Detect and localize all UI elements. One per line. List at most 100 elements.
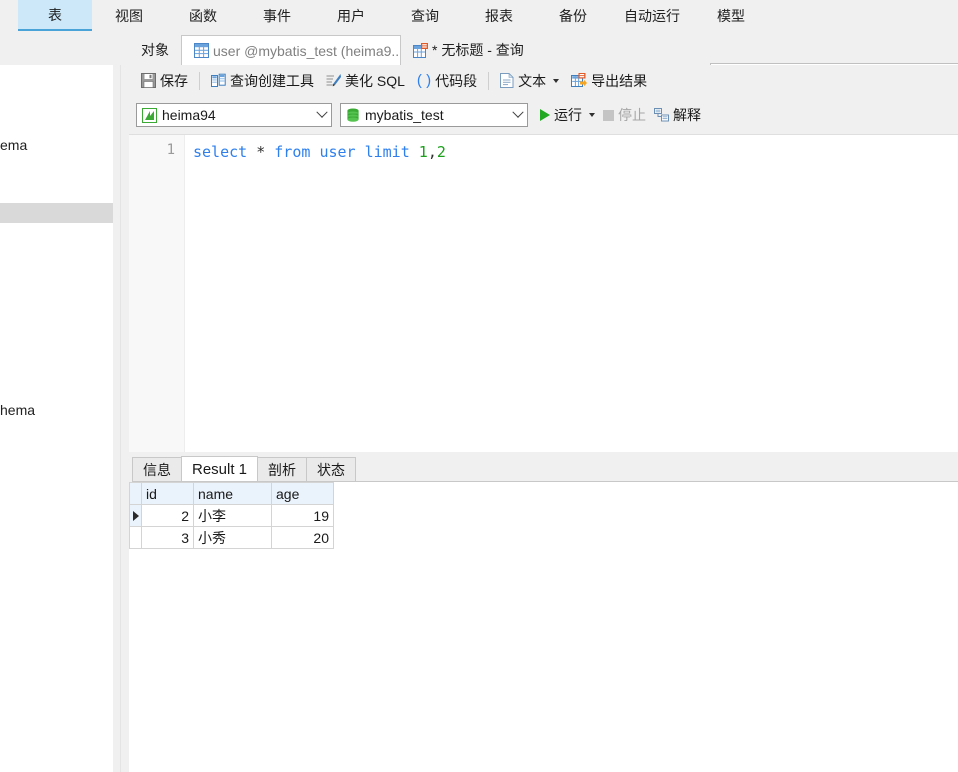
run-chevron-down-icon[interactable] [589, 113, 595, 117]
object-tab-9[interactable]: 模型 [694, 0, 768, 31]
query-builder-button[interactable]: 查询创建工具 [205, 69, 320, 93]
row-marker[interactable] [129, 504, 142, 527]
explain-button[interactable]: 解释 [650, 103, 705, 127]
column-header-name[interactable]: name [193, 482, 272, 505]
object-tab-6[interactable]: 报表 [462, 0, 536, 31]
sql-token-10: 1 [418, 143, 428, 161]
object-tree-sidebar[interactable]: ema hema [0, 65, 113, 772]
object-tab-5[interactable]: 查询 [388, 0, 462, 31]
tab-untitled-query-label: * 无标题 - 查询 [432, 42, 524, 58]
grid-corner-cell[interactable] [129, 482, 142, 505]
result-tab-label: 剖析 [268, 462, 297, 478]
object-tab-label: 用户 [337, 7, 365, 24]
explain-button-label: 解释 [673, 107, 701, 123]
object-tab-2[interactable]: 函数 [166, 0, 240, 31]
sidebar-splitter[interactable] [113, 65, 129, 772]
result-tab-3[interactable]: 状态 [306, 457, 357, 482]
connection-select[interactable]: heima94 [136, 103, 332, 127]
document-text-icon [500, 73, 514, 88]
database-select[interactable]: mybatis_test [340, 103, 528, 127]
result-tab-0[interactable]: 信息 [132, 457, 182, 482]
object-tab-label: 函数 [189, 7, 217, 24]
object-tab-label: 备份 [559, 7, 587, 24]
tab-user-table[interactable]: user @mybatis_test (heima9... [181, 35, 401, 65]
object-tab-0[interactable]: 表 [18, 0, 92, 31]
current-row-triangle-icon [133, 511, 139, 521]
tab-untitled-query[interactable]: * 无标题 - 查询 [401, 35, 536, 65]
query-builder-label: 查询创建工具 [230, 72, 314, 89]
toolbar-separator-1 [199, 71, 200, 90]
sql-code-text[interactable]: select * from user limit 1,2 [193, 142, 446, 162]
export-result-button[interactable]: 导出结果 [565, 69, 653, 93]
tree-item-schema-1-label: ema [0, 137, 28, 153]
result-tab-2[interactable]: 剖析 [257, 457, 308, 482]
cell-name[interactable]: 小秀 [193, 526, 272, 549]
object-tab-1[interactable]: 视图 [92, 0, 166, 31]
result-grid[interactable]: id name age 2 小李 19 3 小秀 20 [129, 482, 958, 772]
result-table[interactable]: id name age 2 小李 19 3 小秀 20 [129, 482, 334, 549]
beautify-pen-icon [326, 73, 341, 88]
document-tab-list: 对象 user @mybatis_test (heima9... * 无标题 -… [129, 31, 536, 65]
snippet-button[interactable]: ( ) 代码段 [411, 69, 483, 93]
sql-token-12: 2 [436, 143, 446, 161]
tab-objects-label: 对象 [141, 42, 169, 58]
table-row[interactable]: 3 小秀 20 [129, 526, 334, 549]
text-mode-button[interactable]: 文本 [494, 69, 565, 93]
table-row[interactable]: 2 小李 19 [129, 504, 334, 527]
cell-id[interactable]: 3 [141, 526, 194, 549]
object-tab-label: 查询 [411, 7, 439, 24]
stop-button: 停止 [599, 103, 650, 127]
tab-objects[interactable]: 对象 [129, 35, 181, 65]
sql-token-3 [265, 143, 274, 161]
save-button[interactable]: 保存 [135, 69, 194, 93]
beautify-sql-button[interactable]: 美化 SQL [320, 69, 411, 93]
result-tab-list: 信息 Result 1 剖析 状态 [132, 456, 357, 482]
play-icon [540, 109, 550, 121]
cell-id[interactable]: 2 [141, 504, 194, 527]
object-tab-label: 事件 [263, 7, 291, 24]
beautify-sql-label: 美化 SQL [345, 72, 405, 89]
object-tab-label: 自动运行 [624, 7, 680, 24]
object-tab-8[interactable]: 自动运行 [610, 0, 694, 31]
stop-square-icon [603, 109, 614, 121]
object-tab-label: 报表 [485, 7, 513, 24]
connection-select-value: heima94 [162, 107, 216, 123]
text-mode-label: 文本 [518, 72, 547, 89]
run-button-label: 运行 [554, 107, 582, 123]
parentheses-icon: ( ) [416, 72, 432, 89]
object-tab-label: 模型 [717, 7, 745, 24]
stop-button-label: 停止 [618, 107, 646, 123]
tree-item-schema-2[interactable]: hema [0, 400, 35, 420]
column-header-id[interactable]: id [141, 482, 194, 505]
connection-bar: heima94 mybatis_test 运行 停止 解释 [129, 96, 958, 134]
tab-user-table-label: user @mybatis_test (heima9... [213, 42, 401, 59]
export-result-label: 导出结果 [591, 72, 648, 89]
result-tabbar: 信息 Result 1 剖析 状态 [129, 452, 958, 482]
toolbar-separator-2 [488, 71, 490, 90]
result-table-body[interactable]: 2 小李 19 3 小秀 20 [129, 504, 334, 549]
run-button[interactable]: 运行 [536, 103, 599, 127]
chevron-down-icon[interactable] [553, 78, 560, 83]
tree-item-selected[interactable] [0, 203, 113, 223]
result-tab-1[interactable]: Result 1 [181, 456, 259, 482]
database-select-value: mybatis_test [365, 107, 444, 123]
sql-editor[interactable]: 1 select * from user limit 1,2 [129, 134, 958, 452]
database-select-chevron[interactable] [509, 106, 527, 119]
cell-age[interactable]: 19 [271, 504, 334, 527]
row-marker[interactable] [129, 526, 142, 549]
tree-item-schema-1[interactable]: ema [0, 135, 27, 155]
object-tab-4[interactable]: 用户 [314, 0, 388, 31]
result-tab-label: 信息 [143, 462, 171, 478]
sql-token-8: limit [364, 143, 410, 161]
object-tab-3[interactable]: 事件 [240, 0, 314, 31]
column-header-age[interactable]: age [271, 482, 334, 505]
connection-select-chevron[interactable] [313, 106, 331, 119]
cell-name[interactable]: 小李 [193, 504, 272, 527]
splitter-line [120, 65, 121, 772]
connection-icon [142, 107, 157, 123]
cell-age[interactable]: 20 [271, 526, 334, 549]
object-tab-7[interactable]: 备份 [536, 0, 610, 31]
object-type-tab-list: 表 视图 函数 事件 用户 查询 报表 备份 自动运行 模型 [0, 0, 958, 31]
result-table-head: id name age [129, 482, 334, 505]
sql-token-4: from [274, 143, 311, 161]
